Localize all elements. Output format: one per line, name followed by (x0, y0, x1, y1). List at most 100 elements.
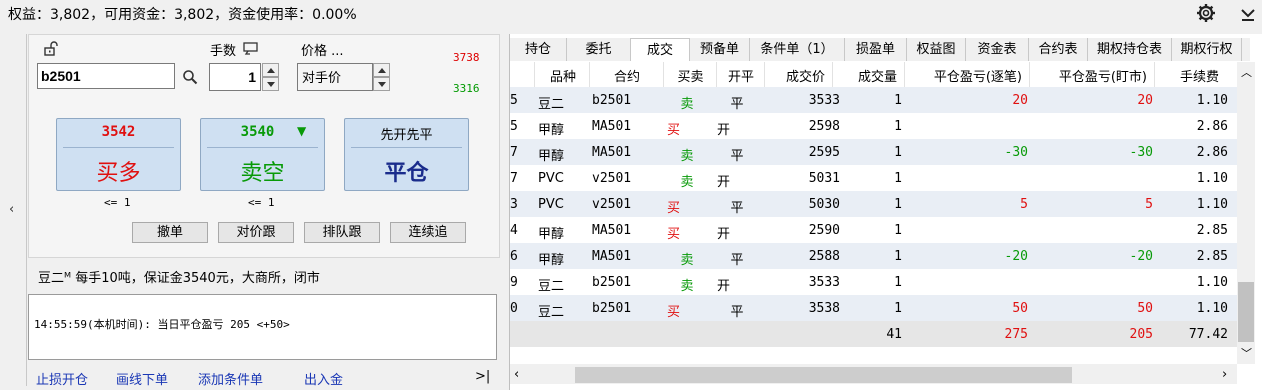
cell-pnl-trade: -30 (1004, 145, 1028, 160)
tab-equity-chart[interactable]: 权益图 (907, 38, 966, 61)
cell-fee: 2.86 (1196, 145, 1228, 160)
table-row[interactable]: 7 PVC v2501 卖 开 5031 1 1.10 (510, 165, 1237, 191)
cell-open-close: 开 (717, 227, 731, 242)
quantity-label: 手数 (210, 44, 237, 59)
tab-orders[interactable]: 委托 (567, 38, 631, 61)
cell-contract: b2501 (592, 275, 632, 290)
cell-fee: 2.85 (1196, 223, 1228, 238)
cell-side: 卖 (680, 149, 694, 164)
row-index: 3 (510, 197, 518, 212)
cell-pnl-mtm: -20 (1129, 249, 1153, 264)
total-pnl-mtm: 205 (1129, 327, 1153, 342)
cell-volume: 1 (894, 275, 902, 290)
cell-contract: MA501 (592, 223, 632, 238)
cell-volume: 1 (894, 301, 902, 316)
deposit-withdraw-link[interactable]: 出入金 (304, 369, 343, 388)
tab-positions[interactable]: 持仓 (510, 38, 567, 61)
col-price[interactable]: 成交价 (765, 66, 825, 85)
table-row[interactable]: 0 豆二 b2501 买 平 3538 1 50 50 1.10 (510, 295, 1237, 321)
cell-volume: 1 (894, 171, 902, 186)
cell-contract: MA501 (592, 145, 632, 160)
price-up-button[interactable] (373, 63, 390, 77)
search-icon[interactable] (182, 69, 198, 85)
symbol-input[interactable] (37, 63, 175, 89)
vertical-scroll-thumb[interactable] (1238, 282, 1254, 342)
cell-pnl-mtm: 5 (1145, 197, 1153, 212)
follow-opposite-button[interactable]: 对价跟 (218, 222, 294, 243)
table-row[interactable]: 5 甲醇 MA501 买 开 2598 1 2.86 (510, 113, 1237, 139)
col-contract[interactable]: 合约 (590, 66, 664, 85)
row-index: 9 (510, 275, 518, 290)
table-row[interactable]: 3 PVC v2501 买 平 5030 1 5 5 1.10 (510, 191, 1237, 217)
cell-price: 2595 (808, 145, 840, 160)
collapse-left-arrow-icon[interactable]: ‹ (9, 202, 14, 217)
add-conditional-order-link[interactable]: 添加条件单 (198, 369, 263, 388)
cell-pnl-trade: -20 (1004, 249, 1028, 264)
cell-contract: MA501 (592, 249, 632, 264)
quantity-input[interactable] (209, 63, 261, 91)
stop-loss-open-link[interactable]: 止损开仓 (36, 369, 88, 388)
tab-prepared-orders[interactable]: 预备单 (690, 38, 750, 61)
cell-contract: b2501 (592, 93, 632, 108)
horizontal-scroll-thumb[interactable] (575, 367, 1072, 383)
table-row[interactable]: 5 豆二 b2501 卖 平 3533 1 20 20 1.10 (510, 87, 1237, 113)
quantity-up-button[interactable] (262, 63, 279, 77)
close-mode-label: 先开先平 (380, 128, 433, 143)
quantity-down-button[interactable] (262, 77, 279, 91)
cell-contract: MA501 (592, 119, 632, 134)
scroll-right-icon[interactable]: › (1222, 367, 1227, 382)
account-summary: 权益：3,802，可用资金：3,802，资金使用率：0.00% (8, 7, 357, 23)
close-position-button[interactable]: 先开先平 平仓 (344, 118, 469, 191)
gear-icon[interactable] (1196, 3, 1216, 23)
cell-volume: 1 (894, 249, 902, 264)
table-row[interactable]: 9 豆二 b2501 卖 开 3533 1 1.10 (510, 269, 1237, 295)
cell-side: 买 (667, 305, 681, 320)
cell-pnl-mtm: 20 (1137, 93, 1153, 108)
chevron-down-icon[interactable] (1240, 6, 1256, 22)
unlock-icon[interactable] (43, 40, 59, 56)
cell-open-close: 平 (730, 305, 744, 320)
col-volume[interactable]: 成交量 (833, 66, 897, 85)
cell-side: 卖 (680, 279, 694, 294)
cell-side: 买 (667, 123, 681, 138)
col-pnl-trade[interactable]: 平仓盈亏(逐笔) (905, 66, 1022, 85)
table-row[interactable]: 6 甲醇 MA501 卖 平 2588 1 -20 -20 2.85 (510, 243, 1237, 269)
monitor-icon[interactable] (243, 42, 259, 56)
cancel-order-button[interactable]: 撤单 (132, 222, 208, 243)
table-row[interactable]: 7 甲醇 MA501 卖 平 2595 1 -30 -30 2.86 (510, 139, 1237, 165)
col-open-close[interactable]: 开平 (717, 66, 765, 85)
cell-price: 3538 (808, 301, 840, 316)
col-fee[interactable]: 手续费 (1155, 66, 1219, 85)
draw-line-order-link[interactable]: 画线下单 (116, 369, 168, 388)
total-fee: 77.42 (1188, 327, 1228, 342)
tab-funds[interactable]: 资金表 (966, 38, 1029, 61)
tab-trades[interactable]: 成交 (631, 38, 690, 61)
buy-long-button[interactable]: 3542 买多 (56, 118, 181, 191)
tab-contracts[interactable]: 合约表 (1029, 38, 1088, 61)
col-side[interactable]: 买卖 (664, 66, 717, 85)
cell-pnl-mtm: -30 (1129, 145, 1153, 160)
chase-button[interactable]: 连续追 (390, 222, 466, 243)
sell-short-button[interactable]: 3540 ▼ 卖空 (200, 118, 325, 191)
down-triangle-icon: ▼ (297, 124, 307, 138)
scroll-down-icon[interactable]: ﹀ (1241, 345, 1252, 361)
expand-right-icon[interactable]: >| (475, 369, 490, 384)
tab-conditional-orders[interactable]: 条件单（1） (750, 38, 845, 61)
tab-option-positions[interactable]: 期权持仓表 (1088, 38, 1172, 61)
price-field[interactable]: 对手价 (297, 63, 373, 91)
cell-open-close: 开 (717, 123, 731, 138)
lower-limit-price: 3316 (453, 82, 480, 95)
tab-option-exercise[interactable]: 期权行权 (1172, 38, 1242, 61)
col-variety[interactable]: 品种 (535, 66, 591, 85)
col-pnl-mtm[interactable]: 平仓盈亏(盯市) (1030, 66, 1147, 85)
contract-info: 豆二ᴹ 每手10吨，保证金3540元，大商所，闭市 (38, 271, 320, 286)
queue-follow-button[interactable]: 排队跟 (304, 222, 380, 243)
table-row[interactable]: 4 甲醇 MA501 买 开 2590 1 2.85 (510, 217, 1237, 243)
cell-variety: PVC (538, 171, 564, 186)
scroll-up-icon[interactable]: ︿ (1241, 64, 1252, 80)
cell-side: 买 (667, 201, 681, 216)
log-message: 14:55:59(本机时间): 当日平仓盈亏 205 <+50> (34, 318, 290, 331)
tab-stop-orders[interactable]: 损盈单 (845, 38, 907, 61)
price-down-button[interactable] (373, 77, 390, 91)
scroll-left-icon[interactable]: ‹ (514, 367, 519, 382)
